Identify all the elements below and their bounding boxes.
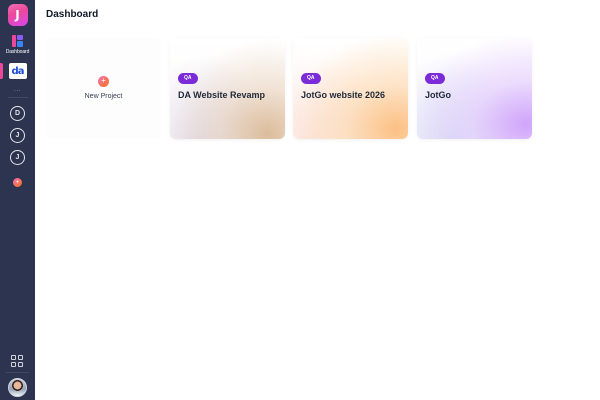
status-badge: QA <box>425 73 445 84</box>
more-dots[interactable]: ... <box>14 86 21 93</box>
sidebar-item-project-j1[interactable]: J <box>10 128 25 143</box>
project-name: DA Website Revamp <box>178 90 266 100</box>
project-j-icon: J <box>15 154 20 161</box>
new-project-label: New Project <box>84 92 123 100</box>
project-d-icon: D <box>14 110 21 117</box>
app-logo[interactable]: J <box>7 4 28 26</box>
plus-symbol: + <box>101 76 106 85</box>
project-name: JotGo <box>425 90 451 100</box>
plus-icon: + <box>98 75 109 87</box>
sidebar: J Dashboard da ... D J J + <box>0 0 35 400</box>
user-avatar[interactable] <box>8 378 27 397</box>
status-badge: QA <box>301 73 321 84</box>
active-indicator <box>0 63 3 79</box>
project-card[interactable]: QA DA Website Revamp <box>170 38 285 139</box>
project-name: JotGo website 2026 <box>301 90 386 100</box>
sidebar-item-dashboard[interactable]: Dashboard <box>5 35 30 55</box>
status-badge: QA <box>178 73 198 84</box>
page-title: Dashboard <box>46 9 99 20</box>
apps-grid-icon[interactable] <box>11 355 23 367</box>
project-card[interactable]: QA JotGo <box>417 38 532 139</box>
sidebar-divider-bottom <box>6 372 29 373</box>
new-project-card[interactable]: + New Project <box>46 38 161 139</box>
sidebar-item-project-j2[interactable]: J <box>10 150 25 165</box>
dashboard-icon <box>12 35 23 47</box>
sidebar-item-label: Dashboard <box>5 49 30 55</box>
plus-icon: + <box>15 179 20 186</box>
page-header: Dashboard <box>35 0 600 30</box>
workspace-badge: da <box>8 63 27 79</box>
sidebar-item-workspace[interactable]: da <box>0 61 35 81</box>
project-card[interactable]: QA JotGo website 2026 <box>293 38 408 139</box>
workspace-badge-text: da <box>11 65 25 77</box>
project-j-icon: J <box>15 132 20 139</box>
sidebar-item-project-d[interactable]: D <box>10 106 25 121</box>
sidebar-divider <box>7 97 28 98</box>
logo-letter: J <box>15 8 20 22</box>
add-project-button[interactable]: + <box>13 178 22 187</box>
